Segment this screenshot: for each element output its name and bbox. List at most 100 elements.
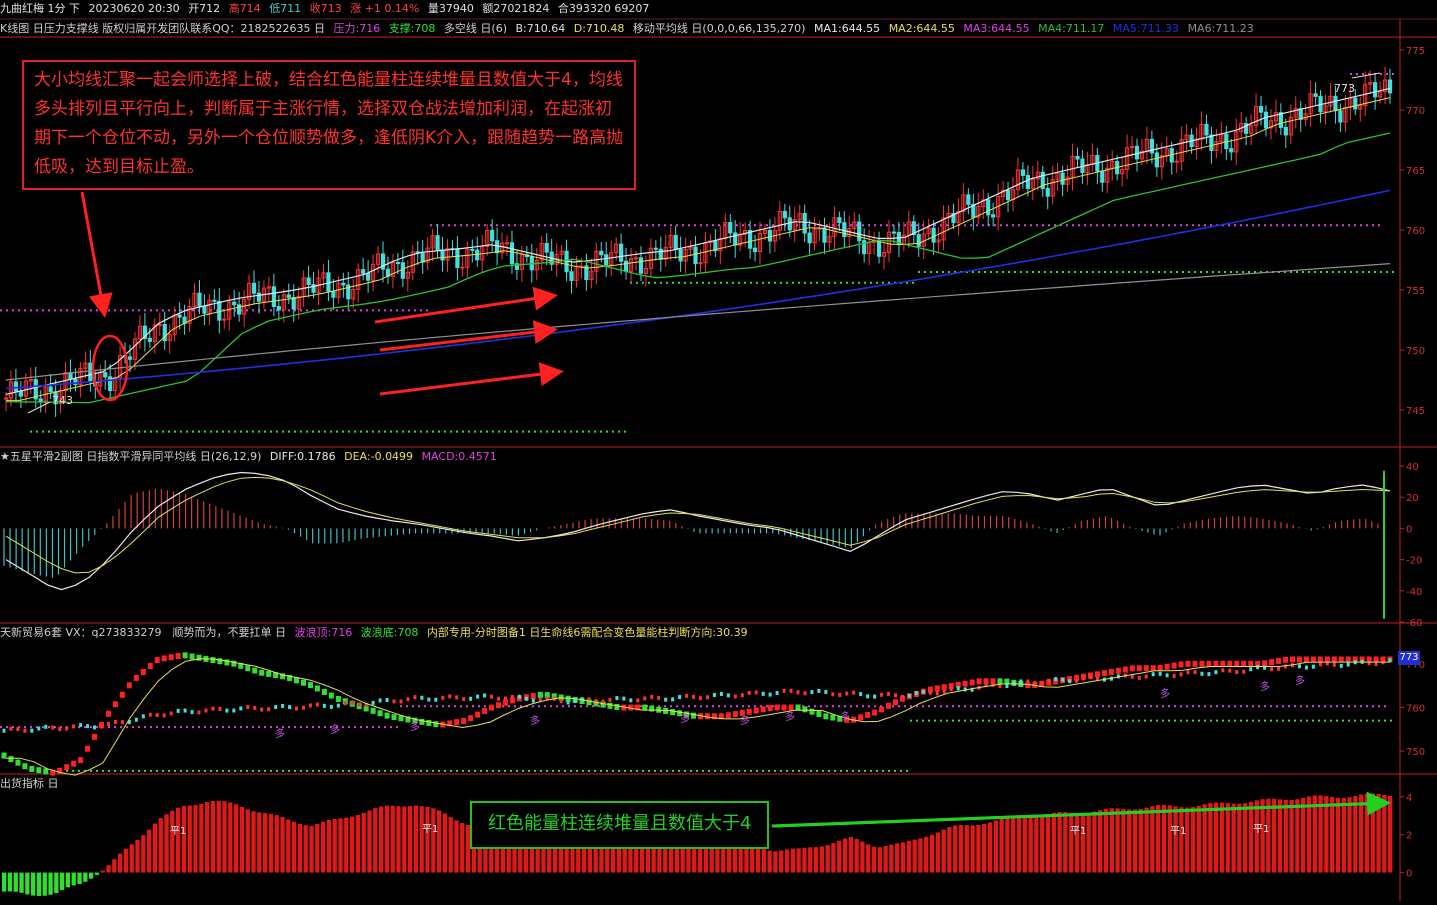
wave-dot [350,700,354,705]
energy-bar [106,865,111,873]
energy-bar [1092,811,1097,873]
wave-block [753,707,759,714]
wave-block [1115,667,1121,674]
wave-block [384,712,390,719]
wave-dot [1242,669,1246,674]
macd-value: MACD:0.4571 [421,450,497,463]
candle-body [331,290,336,298]
wave-dot [1193,670,1197,675]
energy-bar [1161,804,1167,873]
candle-body [197,292,202,307]
energy-bar [222,801,227,873]
wave-dot [1277,666,1281,671]
energy-bar [1109,808,1114,873]
buy-marker: 多 [680,712,690,725]
wave-dot [1130,674,1134,679]
close-price: 收713 [309,2,342,15]
macd-diff-line [5,471,1391,591]
wave-dot [1026,679,1030,684]
wave-dot [733,694,737,699]
energy-bar [1057,812,1062,873]
candle-body [747,230,753,249]
wave-dot [106,721,110,726]
energy-bar [1080,813,1085,873]
energy-bar [1243,803,1248,873]
wave-dot [1339,663,1343,668]
buy-marker: 多 [410,720,420,733]
candle-body [494,240,500,254]
energy-bar [1347,797,1352,873]
candle-body [966,194,971,205]
energy-bar [83,872,88,882]
energy-bar [1022,817,1027,873]
wave-dot [622,696,626,701]
wave-dot [893,693,897,698]
wave-dot [9,726,13,731]
candle-body [916,234,921,247]
energy-bar [831,843,836,873]
wave-dot [887,691,891,696]
wave-dot [420,695,424,700]
wave-label[interactable]: 天新贸易6套 VX：q273833279 顺势而为，不要扛单 日 [0,626,286,639]
energy-bar [1283,799,1288,873]
wave-dot [295,706,299,711]
energy-bar [964,825,969,873]
energy-bar [262,813,268,873]
ma-label[interactable]: 移动平均线 日(0,0,0,66,135,270) [633,22,806,35]
candle-body [619,243,624,262]
energy-bar [1196,805,1201,873]
candle-body [400,262,405,279]
wave-block [1296,656,1302,663]
wave-dot [274,705,278,710]
wave-dot [740,693,744,698]
ping-marker: 平1 [1253,824,1269,835]
wave-block [1129,665,1135,672]
energy-label[interactable]: 出货指标 日 [0,777,59,790]
wave-block [22,763,28,770]
wave-block [802,706,808,713]
strategy-annotation: 大小均线汇聚一起会师选择上破，结合红色能量柱连续堆量且数值大于4，均线多头排列且… [22,60,636,190]
macd-tick-label: -40 [1406,587,1422,598]
wave-block [1,752,7,759]
wave-dot [253,705,257,710]
low-price: 低711 [269,2,302,15]
energy-bar [373,808,378,873]
candle-body [599,250,604,256]
wave-block [391,714,397,721]
energy-bar [842,838,848,873]
energy-bar [1289,799,1294,873]
wave-block [941,684,947,691]
wave-block [649,705,655,712]
energy-bar [1086,812,1091,873]
ma4-value: MA4:711.17 [1038,22,1105,35]
wave-block [461,717,467,724]
energy-bar [1051,812,1056,873]
candle-body [38,398,43,402]
candle-body [435,235,440,251]
candle-body [986,199,991,216]
energy-bar [1388,795,1393,873]
wave-dot [949,687,953,692]
wave-dot [692,694,696,699]
energy-bar [1016,817,1022,873]
energy-bar [117,853,123,873]
energy-bar [889,844,894,873]
wave-dot [308,703,312,708]
wave-block [314,685,320,692]
symbol-name[interactable]: 九曲红梅 1分 下 [0,2,80,15]
candle-body [837,217,842,224]
macd-label[interactable]: ★五星平滑2副图 日指数平滑异同平均线 日(26,12,9) [0,450,261,463]
wave-block [1199,660,1205,667]
energy-bar [94,872,100,875]
wave-block [537,691,543,698]
energy-bar [1341,797,1346,873]
energy-bar [112,859,117,873]
wave-dot [845,691,849,696]
wave-dot [37,726,41,731]
main-label[interactable]: K线图 日压力支撑线 版权归属开发团队联系QQ：2182522635 日 [0,22,325,35]
candle-body [1258,105,1264,113]
buy-marker: 多 [1295,674,1305,687]
wave-dot [629,698,633,703]
candle-body [276,306,281,311]
energy-bar [425,806,430,873]
